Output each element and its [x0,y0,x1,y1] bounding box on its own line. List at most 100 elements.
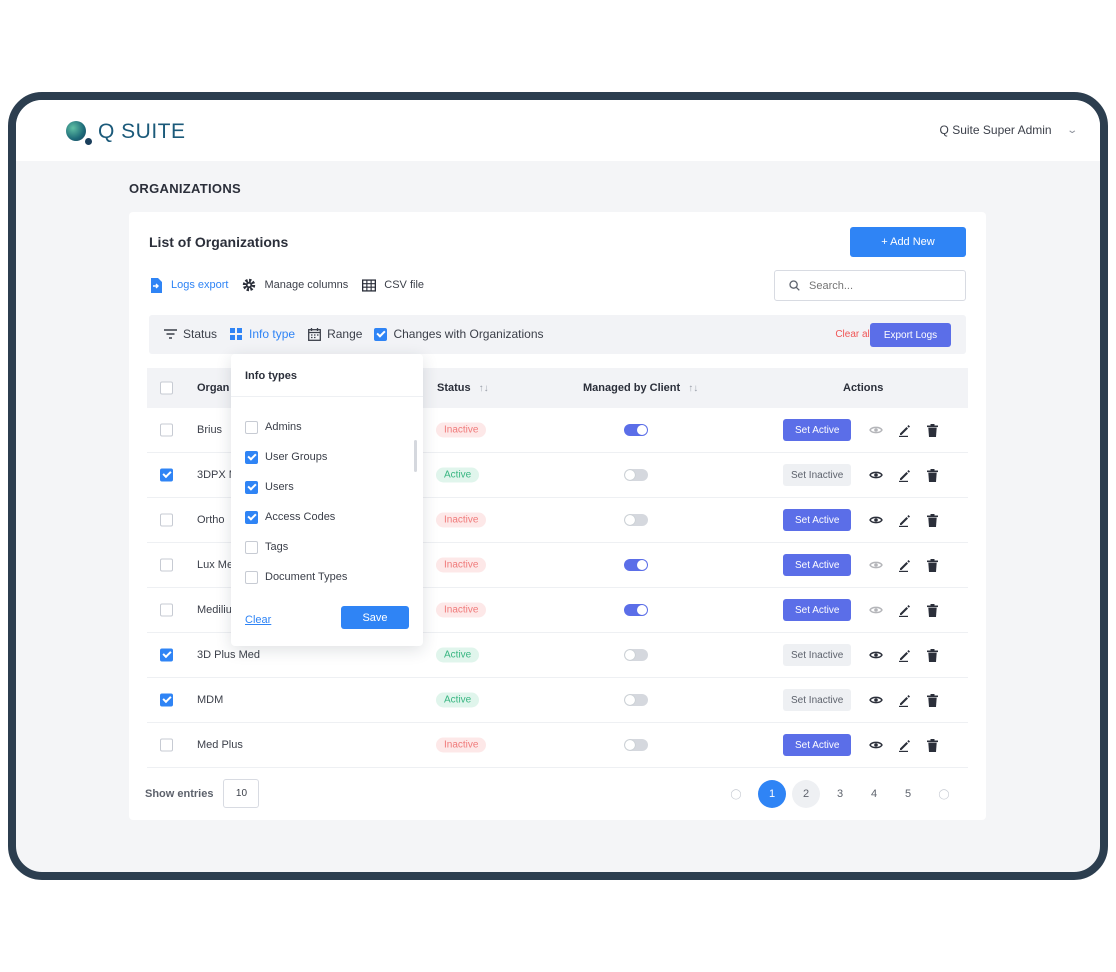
managed-toggle[interactable] [624,649,648,661]
option-checkbox[interactable] [245,570,258,584]
status-action-button[interactable]: Set Active [783,599,852,621]
divider [231,396,423,397]
entries-select[interactable]: 10 [223,779,260,808]
clear-all-link[interactable]: Clear all [835,329,872,340]
trash-icon[interactable] [925,423,939,437]
search-input[interactable] [809,279,949,292]
eye-icon[interactable] [869,423,883,437]
search-box[interactable] [774,270,966,301]
header-name[interactable]: Organ [197,382,229,394]
csv-file-button[interactable]: CSV file [362,278,424,292]
gear-icon [242,278,256,292]
edit-icon[interactable] [897,558,911,572]
edit-icon[interactable] [897,738,911,752]
organization-name: Brius [197,424,223,436]
managed-toggle[interactable] [624,559,648,571]
info-type-option[interactable]: Documents & Document [245,592,403,600]
changes-filter[interactable]: Changes with Organizations [374,327,544,341]
trash-icon[interactable] [925,648,939,662]
page-button[interactable]: 2 [792,780,820,808]
info-type-filter[interactable]: Info type [229,327,295,341]
status-action-button[interactable]: Set Inactive [783,464,852,486]
logs-export-button[interactable]: Logs export [149,277,228,293]
option-checkbox[interactable] [245,540,258,554]
option-checkbox[interactable] [245,420,258,434]
option-checkbox[interactable] [245,510,258,524]
status-action-button[interactable]: Set Active [783,554,852,576]
row-checkbox[interactable] [160,558,173,572]
trash-icon[interactable] [925,558,939,572]
row-checkbox[interactable] [160,648,173,662]
changes-checkbox[interactable] [374,327,388,341]
page-button[interactable]: 5 [894,780,922,808]
status-filter[interactable]: Status [163,327,217,341]
header-managed[interactable]: Managed by Client ↑↓ [583,382,698,394]
status-badge: Active [436,692,480,708]
page-button[interactable]: 3 [826,780,854,808]
eye-icon[interactable] [869,513,883,527]
manage-columns-button[interactable]: Manage columns [242,278,348,292]
select-all-checkbox[interactable] [160,381,173,395]
edit-icon[interactable] [897,513,911,527]
info-type-option[interactable]: Admins [245,412,403,442]
edit-icon[interactable] [897,423,911,437]
eye-icon[interactable] [869,603,883,617]
managed-toggle[interactable] [624,694,648,706]
user-menu[interactable]: Q Suite Super Admin ⌄ [940,123,1078,137]
status-badge: Inactive [436,512,487,528]
trash-icon[interactable] [925,738,939,752]
save-button[interactable]: Save [341,606,409,629]
status-action-button[interactable]: Set Active [783,734,852,756]
sort-icon[interactable]: ↑↓ [688,383,698,394]
scrollbar[interactable] [414,440,417,472]
eye-icon[interactable] [869,468,883,482]
export-logs-button[interactable]: Export Logs [870,323,951,347]
eye-icon[interactable] [869,558,883,572]
status-action-button[interactable]: Set Active [783,509,852,531]
option-checkbox[interactable] [245,480,258,494]
managed-toggle[interactable] [624,514,648,526]
managed-toggle[interactable] [624,424,648,436]
edit-icon[interactable] [897,693,911,707]
eye-icon[interactable] [869,738,883,752]
range-filter[interactable]: Range [307,327,362,341]
prev-page-icon[interactable]: ◯ [722,780,750,808]
trash-icon[interactable] [925,693,939,707]
trash-icon[interactable] [925,468,939,482]
managed-toggle[interactable] [624,469,648,481]
eye-icon[interactable] [869,693,883,707]
trash-icon[interactable] [925,603,939,617]
status-action-button[interactable]: Set Inactive [783,689,852,711]
page-button[interactable]: 4 [860,780,888,808]
sort-icon[interactable]: ↑↓ [479,383,489,394]
info-type-option[interactable]: Tags [245,532,403,562]
clear-button[interactable]: Clear [245,614,271,626]
managed-toggle[interactable] [624,739,648,751]
edit-icon[interactable] [897,603,911,617]
info-type-option[interactable]: Access Codes [245,502,403,532]
edit-icon[interactable] [897,648,911,662]
row-checkbox[interactable] [160,693,173,707]
row-checkbox[interactable] [160,423,173,437]
info-type-option[interactable]: User Groups [245,442,403,472]
info-type-option[interactable]: Users [245,472,403,502]
row-checkbox[interactable] [160,603,173,617]
header-status[interactable]: Status ↑↓ [437,382,489,394]
eye-icon[interactable] [869,648,883,662]
row-checkbox[interactable] [160,468,173,482]
status-badge: Inactive [436,557,487,573]
next-page-icon[interactable]: ◯ [930,780,958,808]
status-action-button[interactable]: Set Inactive [783,644,852,666]
info-type-option[interactable]: Document Types [245,562,403,592]
edit-icon[interactable] [897,468,911,482]
status-action-button[interactable]: Set Active [783,419,852,441]
info-types-list[interactable]: Admins User Groups Users Access Codes Tags Do… [245,412,403,600]
page-button[interactable]: 1 [758,780,786,808]
row-checkbox[interactable] [160,513,173,527]
add-new-button[interactable]: + Add New [850,227,966,257]
trash-icon[interactable] [925,513,939,527]
managed-toggle[interactable] [624,604,648,616]
logo[interactable]: Q SUITE [66,120,186,145]
option-checkbox[interactable] [245,450,258,464]
row-checkbox[interactable] [160,738,173,752]
